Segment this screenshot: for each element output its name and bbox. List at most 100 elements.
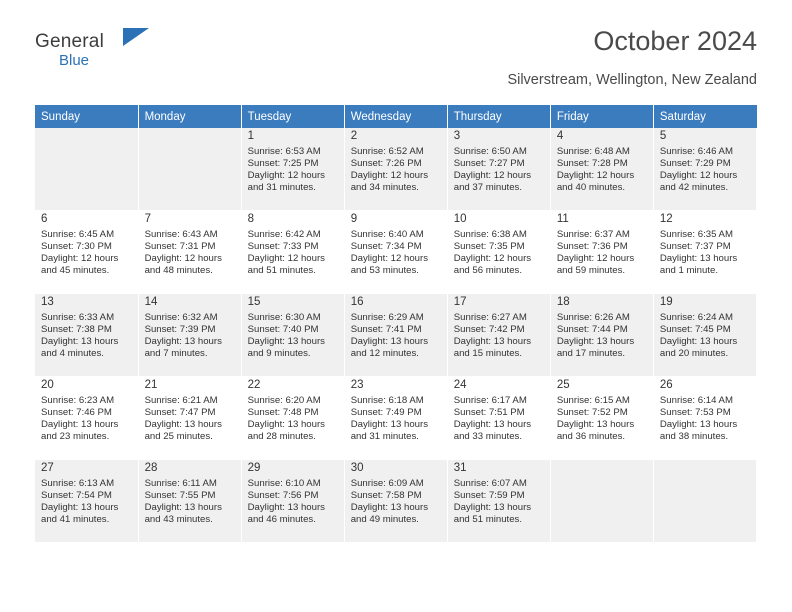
calendar-day-sun-info: Sunrise: 6:33 AM Sunset: 7:38 PM Dayligh…	[41, 312, 119, 360]
calendar-day-cell[interactable]: 3 Sunrise: 6:50 AM Sunset: 7:27 PM Daylig…	[447, 128, 551, 211]
calendar-day-number: 2	[350, 130, 358, 142]
logo-text-general: General	[35, 31, 104, 52]
calendar-day-cell[interactable]: 16 Sunrise: 6:29 AM Sunset: 7:41 PM Dayli…	[344, 293, 448, 377]
calendar-day-sun-info: Sunrise: 6:53 AM Sunset: 7:25 PM Dayligh…	[247, 146, 325, 194]
calendar-day-number: 10	[453, 213, 467, 225]
calendar-day-sun-info: Sunrise: 6:26 AM Sunset: 7:44 PM Dayligh…	[556, 312, 635, 360]
calendar-empty-cell	[138, 128, 242, 211]
calendar-day-number: 7	[144, 213, 151, 225]
calendar-day-cell[interactable]: 9 Sunrise: 6:40 AM Sunset: 7:34 PM Daylig…	[344, 210, 448, 294]
calendar-day-sun-info: Sunrise: 6:23 AM Sunset: 7:46 PM Dayligh…	[41, 395, 119, 443]
calendar-header-row: Sunday Monday Tuesday Wednesday Thursday…	[35, 105, 757, 128]
weekday-header-tuesday: Tuesday	[241, 105, 345, 128]
calendar-day-sun-info: Sunrise: 6:38 AM Sunset: 7:35 PM Dayligh…	[453, 229, 532, 277]
logo: General Blue	[35, 32, 104, 68]
calendar-day-number: 26	[659, 379, 673, 391]
calendar-week-row: 13 Sunrise: 6:33 AM Sunset: 7:38 PM Dayli…	[35, 293, 758, 377]
calendar-day-sun-info: Sunrise: 6:20 AM Sunset: 7:48 PM Dayligh…	[247, 395, 325, 443]
calendar-table: Sunday Monday Tuesday Wednesday Thursday…	[35, 105, 758, 543]
calendar-day-sun-info: Sunrise: 6:13 AM Sunset: 7:54 PM Dayligh…	[41, 478, 119, 526]
calendar-day-sun-info: Sunrise: 6:11 AM Sunset: 7:55 PM Dayligh…	[144, 478, 222, 526]
calendar-body: 1 Sunrise: 6:53 AM Sunset: 7:25 PM Daylig…	[35, 128, 758, 543]
calendar-week-row: 6 Sunrise: 6:45 AM Sunset: 7:30 PM Daylig…	[35, 210, 758, 294]
calendar-day-number: 24	[453, 379, 467, 391]
calendar-day-number: 12	[659, 213, 673, 225]
calendar-day-number: 6	[41, 213, 48, 225]
calendar-day-sun-info: Sunrise: 6:17 AM Sunset: 7:51 PM Dayligh…	[453, 395, 532, 443]
calendar-day-number: 29	[247, 462, 261, 474]
calendar-day-cell[interactable]: 22 Sunrise: 6:20 AM Sunset: 7:48 PM Dayli…	[241, 376, 345, 460]
calendar-day-sun-info: Sunrise: 6:10 AM Sunset: 7:56 PM Dayligh…	[247, 478, 325, 526]
calendar-day-number: 4	[556, 130, 564, 142]
weekday-header-sunday: Sunday	[35, 105, 139, 128]
calendar-day-cell[interactable]: 23 Sunrise: 6:18 AM Sunset: 7:49 PM Dayli…	[344, 376, 448, 460]
calendar-week-row: 20 Sunrise: 6:23 AM Sunset: 7:46 PM Dayli…	[35, 376, 758, 460]
calendar-day-cell[interactable]: 15 Sunrise: 6:30 AM Sunset: 7:40 PM Dayli…	[241, 293, 345, 377]
calendar-day-sun-info: Sunrise: 6:21 AM Sunset: 7:47 PM Dayligh…	[144, 395, 222, 443]
calendar-day-cell[interactable]: 2 Sunrise: 6:52 AM Sunset: 7:26 PM Daylig…	[344, 128, 448, 211]
calendar-day-number: 8	[247, 213, 255, 225]
calendar-day-sun-info: Sunrise: 6:15 AM Sunset: 7:52 PM Dayligh…	[556, 395, 635, 443]
weekday-header-monday: Monday	[138, 105, 242, 128]
calendar-day-sun-info: Sunrise: 6:42 AM Sunset: 7:33 PM Dayligh…	[247, 229, 325, 277]
calendar-day-sun-info: Sunrise: 6:27 AM Sunset: 7:42 PM Dayligh…	[453, 312, 532, 360]
calendar-day-number: 17	[453, 296, 467, 308]
calendar-day-number: 16	[350, 296, 364, 308]
calendar-day-cell[interactable]: 26 Sunrise: 6:14 AM Sunset: 7:53 PM Dayli…	[653, 376, 758, 460]
calendar-day-sun-info: Sunrise: 6:46 AM Sunset: 7:29 PM Dayligh…	[659, 146, 738, 194]
calendar-day-cell[interactable]: 30 Sunrise: 6:09 AM Sunset: 7:58 PM Dayli…	[344, 459, 448, 543]
page-header: General Blue October 2024 Silverstream, …	[35, 0, 757, 88]
calendar-day-cell[interactable]: 21 Sunrise: 6:21 AM Sunset: 7:47 PM Dayli…	[138, 376, 242, 460]
calendar-empty-cell	[653, 459, 758, 543]
calendar-day-sun-info: Sunrise: 6:48 AM Sunset: 7:28 PM Dayligh…	[556, 146, 635, 194]
calendar-day-cell[interactable]: 24 Sunrise: 6:17 AM Sunset: 7:51 PM Dayli…	[447, 376, 551, 460]
calendar-day-sun-info: Sunrise: 6:52 AM Sunset: 7:26 PM Dayligh…	[350, 146, 429, 194]
calendar-day-number: 5	[659, 130, 667, 142]
calendar-day-cell[interactable]: 31 Sunrise: 6:07 AM Sunset: 7:59 PM Dayli…	[447, 459, 551, 543]
calendar-day-cell[interactable]: 6 Sunrise: 6:45 AM Sunset: 7:30 PM Daylig…	[35, 210, 139, 294]
calendar-day-number: 19	[659, 296, 673, 308]
calendar-day-cell[interactable]: 5 Sunrise: 6:46 AM Sunset: 7:29 PM Daylig…	[653, 128, 758, 211]
calendar-day-number: 27	[41, 462, 54, 474]
calendar-day-number: 15	[247, 296, 261, 308]
calendar-day-cell[interactable]: 18 Sunrise: 6:26 AM Sunset: 7:44 PM Dayli…	[550, 293, 654, 377]
calendar-day-number: 14	[144, 296, 158, 308]
calendar-day-cell[interactable]: 13 Sunrise: 6:33 AM Sunset: 7:38 PM Dayli…	[35, 293, 139, 377]
calendar-day-number: 3	[453, 130, 461, 142]
calendar-day-sun-info: Sunrise: 6:43 AM Sunset: 7:31 PM Dayligh…	[144, 229, 222, 277]
calendar-day-cell[interactable]: 14 Sunrise: 6:32 AM Sunset: 7:39 PM Dayli…	[138, 293, 242, 377]
weekday-header-thursday: Thursday	[447, 105, 551, 128]
calendar-empty-cell	[35, 128, 139, 211]
calendar-day-cell[interactable]: 1 Sunrise: 6:53 AM Sunset: 7:25 PM Daylig…	[241, 128, 345, 211]
logo-flag-icon	[123, 28, 149, 46]
calendar-day-number: 28	[144, 462, 158, 474]
calendar-day-cell[interactable]: 4 Sunrise: 6:48 AM Sunset: 7:28 PM Daylig…	[550, 128, 654, 211]
calendar-day-cell[interactable]: 19 Sunrise: 6:24 AM Sunset: 7:45 PM Dayli…	[653, 293, 758, 377]
calendar-week-row: 27 Sunrise: 6:13 AM Sunset: 7:54 PM Dayli…	[35, 459, 758, 543]
calendar-day-number: 23	[350, 379, 364, 391]
calendar-day-sun-info: Sunrise: 6:18 AM Sunset: 7:49 PM Dayligh…	[350, 395, 429, 443]
calendar-day-cell[interactable]: 25 Sunrise: 6:15 AM Sunset: 7:52 PM Dayli…	[550, 376, 654, 460]
calendar-day-sun-info: Sunrise: 6:30 AM Sunset: 7:40 PM Dayligh…	[247, 312, 325, 360]
calendar-day-cell[interactable]: 10 Sunrise: 6:38 AM Sunset: 7:35 PM Dayli…	[447, 210, 551, 294]
page-title: October 2024	[593, 26, 757, 56]
calendar-week-row: 1 Sunrise: 6:53 AM Sunset: 7:25 PM Daylig…	[35, 128, 758, 211]
calendar-day-cell[interactable]: 12 Sunrise: 6:35 AM Sunset: 7:37 PM Dayli…	[653, 210, 758, 294]
calendar-day-number: 20	[41, 379, 54, 391]
weekday-header-saturday: Saturday	[653, 105, 757, 128]
calendar-day-cell[interactable]: 8 Sunrise: 6:42 AM Sunset: 7:33 PM Daylig…	[241, 210, 345, 294]
calendar-day-cell[interactable]: 20 Sunrise: 6:23 AM Sunset: 7:46 PM Dayli…	[35, 376, 139, 460]
logo-text-blue: Blue	[59, 52, 90, 69]
calendar-day-sun-info: Sunrise: 6:40 AM Sunset: 7:34 PM Dayligh…	[350, 229, 429, 277]
calendar-day-cell[interactable]: 11 Sunrise: 6:37 AM Sunset: 7:36 PM Dayli…	[550, 210, 654, 294]
calendar-day-cell[interactable]: 17 Sunrise: 6:27 AM Sunset: 7:42 PM Dayli…	[447, 293, 551, 377]
calendar-day-cell[interactable]: 27 Sunrise: 6:13 AM Sunset: 7:54 PM Dayli…	[35, 459, 139, 543]
calendar-day-cell[interactable]: 29 Sunrise: 6:10 AM Sunset: 7:56 PM Dayli…	[241, 459, 345, 543]
calendar-day-number: 22	[247, 379, 261, 391]
calendar-day-number: 30	[350, 462, 364, 474]
calendar-day-cell[interactable]: 7 Sunrise: 6:43 AM Sunset: 7:31 PM Daylig…	[138, 210, 242, 294]
calendar-day-sun-info: Sunrise: 6:24 AM Sunset: 7:45 PM Dayligh…	[659, 312, 738, 360]
calendar-day-sun-info: Sunrise: 6:09 AM Sunset: 7:58 PM Dayligh…	[350, 478, 429, 526]
calendar-day-sun-info: Sunrise: 6:32 AM Sunset: 7:39 PM Dayligh…	[144, 312, 222, 360]
calendar-day-cell[interactable]: 28 Sunrise: 6:11 AM Sunset: 7:55 PM Dayli…	[138, 459, 242, 543]
